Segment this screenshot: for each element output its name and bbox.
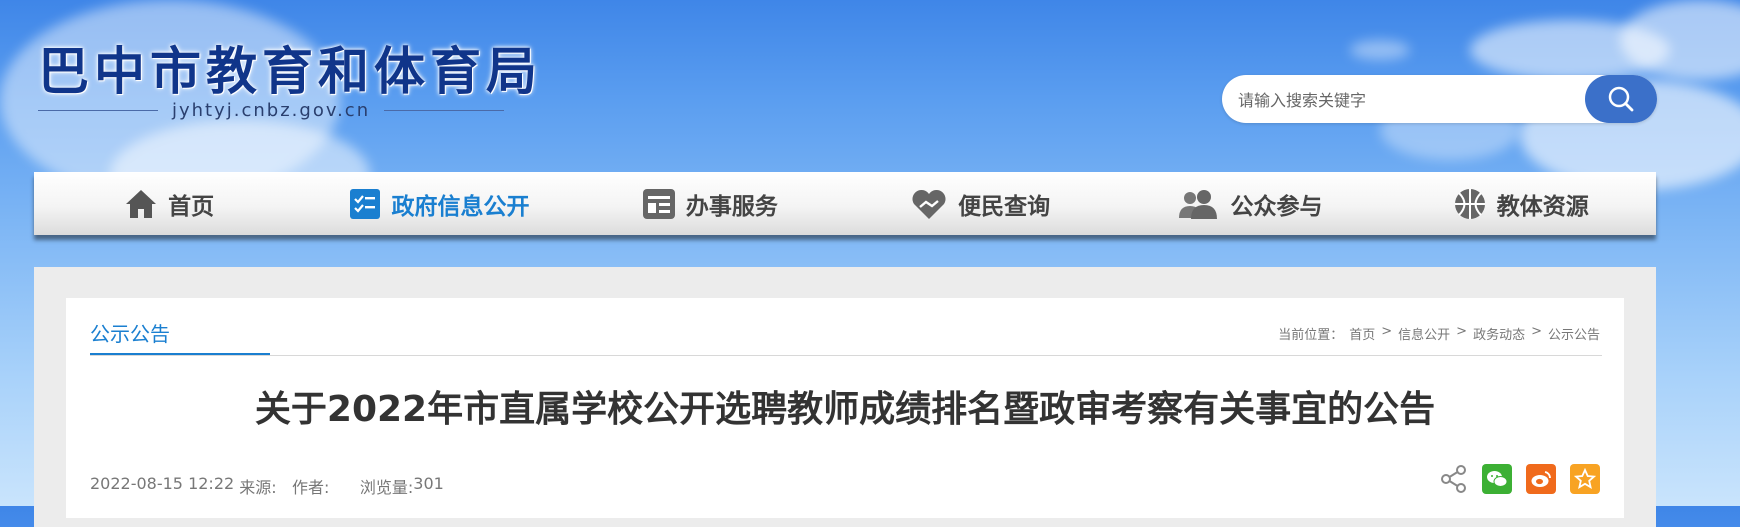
- nav-item-label: 便民查询: [958, 193, 1051, 220]
- source-label: 来源:: [239, 478, 277, 497]
- divider: [384, 110, 505, 111]
- wechat-icon: [1487, 471, 1508, 487]
- article-title: 关于2022年市直属学校公开选聘教师成绩排名暨政审考察有关事宜的公告: [254, 389, 1436, 430]
- background-cloud: [1350, 40, 1410, 60]
- nav-item-label: 首页: [168, 193, 215, 220]
- breadcrumb: 当前位置： 首页 > 信息公开 > 政务动态 > 公示公告: [1278, 324, 1600, 343]
- people-icon: [1179, 189, 1218, 219]
- service-card-icon: [642, 188, 675, 219]
- nav-item-label: 公众参与: [1230, 193, 1323, 220]
- article-meta: 2022-08-15 12:22 来源: 作者: 浏览量: 301: [90, 474, 444, 498]
- breadcrumb-item-home[interactable]: 首页: [1349, 324, 1375, 343]
- search-input[interactable]: [1236, 75, 1560, 125]
- breadcrumb-item-news[interactable]: 政务动态: [1473, 324, 1525, 343]
- site-domain: jyhtyj.cnbz.gov.cn: [172, 100, 371, 121]
- search-icon: [1608, 86, 1634, 112]
- divider: [90, 355, 1602, 356]
- article-panel: 公示公告 当前位置： 首页 > 信息公开 > 政务动态 > 公示公告 关于202…: [66, 298, 1624, 518]
- nav-item-government-info[interactable]: 政府信息公开: [304, 172, 574, 235]
- share-icon[interactable]: [1440, 464, 1468, 494]
- nav-item-label: 教体资源: [1496, 193, 1589, 220]
- nav-item-participation[interactable]: 公众参与: [1115, 172, 1385, 235]
- site-domain-row: jyhtyj.cnbz.gov.cn: [38, 100, 542, 121]
- breadcrumb-item-info[interactable]: 信息公开: [1398, 324, 1450, 343]
- divider: [38, 110, 158, 111]
- nav-item-label: 办事服务: [685, 193, 778, 220]
- section-title[interactable]: 公示公告: [90, 318, 170, 347]
- nav-item-label: 政府信息公开: [391, 193, 530, 220]
- nav-item-resources[interactable]: 教体资源: [1386, 172, 1656, 235]
- breadcrumb-separator: >: [1381, 324, 1393, 339]
- home-icon: [126, 189, 157, 218]
- info-checklist-icon: [350, 188, 381, 219]
- breadcrumb-item-notices[interactable]: 公示公告: [1548, 324, 1600, 343]
- author-label: 作者:: [291, 478, 330, 497]
- main-nav: 首页 政府信息公开 办事服务 便民查询 公众参与 教体资源: [34, 172, 1656, 235]
- breadcrumb-separator: >: [1456, 324, 1468, 339]
- basketball-icon: [1454, 188, 1485, 219]
- nav-item-services[interactable]: 办事服务: [575, 172, 845, 235]
- site-title: 巴中市教育和体育局: [38, 42, 543, 102]
- site-logo[interactable]: 巴中市教育和体育局 jyhtyj.cnbz.gov.cn: [38, 44, 542, 121]
- weibo-share-button[interactable]: [1526, 464, 1556, 494]
- wechat-share-button[interactable]: [1482, 464, 1512, 494]
- nav-item-home[interactable]: 首页: [34, 172, 304, 235]
- weibo-icon: [1531, 471, 1551, 487]
- section-underline: [90, 353, 270, 355]
- favorite-button[interactable]: [1570, 464, 1600, 494]
- views-count: 301: [413, 474, 444, 493]
- search-button[interactable]: [1585, 75, 1657, 123]
- views-label: 浏览量:: [359, 478, 414, 497]
- breadcrumb-separator: >: [1531, 324, 1542, 339]
- breadcrumb-prefix: 当前位置：: [1278, 328, 1344, 343]
- nav-item-inquiry[interactable]: 便民查询: [845, 172, 1115, 235]
- search-box: [1222, 75, 1657, 125]
- favorite-star-icon: [1574, 468, 1596, 490]
- publish-datetime: 2022-08-15 12:22: [90, 474, 235, 493]
- heart-hand-icon: [912, 189, 946, 219]
- share-bar: [1440, 464, 1600, 494]
